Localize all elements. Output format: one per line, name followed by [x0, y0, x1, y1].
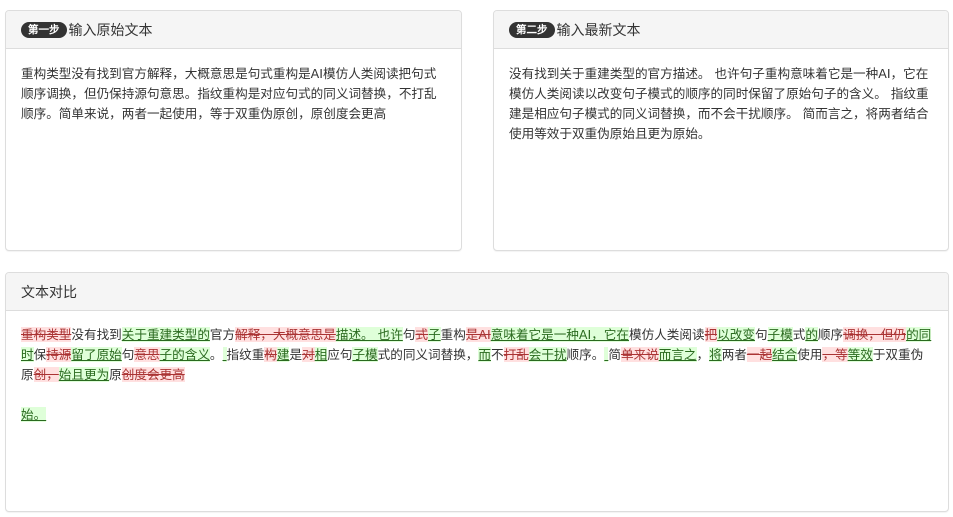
diff-inserted-segment: 等效	[847, 347, 873, 362]
latest-text-panel-heading: 第二步 输入最新文本	[494, 11, 948, 49]
diff-inserted-segment: 将	[709, 347, 722, 362]
diff-inserted-segment: 子模	[352, 347, 378, 362]
diff-deleted-segment: 重构类型	[21, 327, 72, 342]
diff-unchanged-segment: 。	[209, 347, 223, 362]
diff-deleted-segment: 创度会更高	[121, 367, 185, 382]
diff-unchanged-segment: 两者	[721, 347, 747, 362]
diff-result-text: 重构类型没有找到关于重建类型的官方解释，大概意思是描述。 也许句式子重构是AI意…	[21, 325, 933, 385]
diff-inserted-segment: 意味着它是一种AI，它在	[490, 327, 630, 342]
original-text-panel-title: 输入原始文本	[68, 22, 153, 39]
diff-unchanged-segment: 官方	[209, 327, 236, 342]
diff-unchanged-segment: 简	[608, 347, 621, 362]
original-text-input[interactable]: 重构类型没有找到官方解释，大概意思是句式重构是AI模仿人类阅读把句式顺序调换，但…	[6, 49, 461, 124]
diff-unchanged-segment: 式	[792, 327, 806, 342]
original-text-panel-heading: 第一步 输入原始文本	[6, 11, 461, 49]
diff-inserted-segment: 留了原始	[71, 347, 122, 362]
diff-deleted-segment: 创，	[33, 367, 59, 382]
diff-deleted-segment: 持源	[46, 347, 72, 362]
diff-unchanged-segment: 没有找到	[71, 327, 122, 342]
text-compare-panel: 文本对比 重构类型没有找到关于重建类型的官方解释，大概意思是描述。 也许句式子重…	[5, 272, 949, 512]
latest-text-panel: 第二步 输入最新文本 没有找到关于重建类型的官方描述。 也许句子重构意味着它是一…	[493, 10, 949, 251]
diff-result: 重构类型没有找到关于重建类型的官方解释，大概意思是描述。 也许句式子重构是AI意…	[6, 311, 948, 425]
diff-unchanged-segment: 不	[490, 347, 504, 362]
diff-inserted-segment: 相	[314, 347, 328, 362]
diff-unchanged-segment: ，	[696, 347, 710, 362]
latest-text-input[interactable]: 没有找到关于重建类型的官方描述。 也许句子重构意味着它是一种AI，它在模仿人类阅…	[494, 49, 948, 144]
diff-deleted-segment: 对	[302, 347, 315, 362]
diff-unchanged-segment: 句	[754, 327, 768, 342]
diff-unchanged-segment: 是	[289, 347, 303, 362]
diff-unchanged-segment: 原	[109, 367, 122, 382]
diff-inserted-segment: 以改变	[717, 327, 755, 342]
diff-inserted-segment: 子	[428, 327, 441, 342]
diff-deleted-segment: 意思	[134, 347, 160, 362]
text-compare-panel-title: 文本对比	[21, 284, 77, 301]
diff-inserted-segment: 结合	[772, 347, 798, 362]
diff-unchanged-segment: 模仿人类阅读	[629, 327, 705, 342]
diff-inserted-segment: 的	[805, 327, 818, 342]
step-one-badge: 第一步	[21, 21, 67, 38]
diff-unchanged-segment: 使用	[797, 347, 823, 362]
latest-text-panel-title: 输入最新文本	[556, 22, 641, 39]
diff-deleted-segment: 把	[704, 327, 718, 342]
diff-inserted-segment: 始且更为	[58, 367, 110, 382]
diff-inserted-segment: 建	[276, 347, 290, 362]
diff-unchanged-segment: 重构	[440, 327, 466, 342]
diff-deleted-segment: 是AI	[465, 327, 491, 342]
diff-inserted-segment: 子的含义	[159, 347, 210, 362]
step-two-badge: 第二步	[509, 21, 555, 38]
diff-unchanged-segment: 式的同义词替换，	[377, 347, 479, 362]
diff-unchanged-segment: 顺序	[817, 327, 844, 342]
diff-deleted-segment: 打乱	[503, 347, 529, 362]
diff-inserted-segment: 始。	[21, 407, 47, 422]
diff-unchanged-segment: 应句	[327, 347, 353, 362]
diff-unchanged-segment: 句	[121, 347, 135, 362]
text-compare-panel-heading: 文本对比	[6, 273, 948, 311]
diff-deleted-segment: 单来说	[620, 347, 659, 362]
diff-inserted-segment: 而言之	[658, 347, 697, 362]
diff-deleted-segment: 式	[415, 327, 429, 342]
diff-inserted-segment: 子模	[767, 327, 793, 342]
diff-deleted-segment: 调换，但仍	[843, 327, 907, 342]
diff-unchanged-segment: 顺序。	[566, 347, 605, 362]
diff-unchanged-segment: 指纹重	[226, 347, 265, 362]
original-text-panel: 第一步 输入原始文本 重构类型没有找到官方解释，大概意思是句式重构是AI模仿人类…	[5, 10, 462, 251]
diff-inserted-segment: 会干扰	[528, 347, 567, 362]
diff-deleted-segment: 一起	[746, 347, 773, 362]
diff-gap	[21, 385, 933, 405]
diff-deleted-segment: 解释，大概意思是	[235, 327, 336, 342]
diff-inserted-segment: 描述。 也许	[335, 327, 403, 342]
diff-inserted-segment: 关于重建类型的	[121, 327, 210, 342]
diff-tail: 始。	[21, 405, 933, 425]
diff-inserted-segment: 而	[478, 347, 491, 362]
diff-deleted-segment: 构	[264, 347, 277, 362]
diff-unchanged-segment: 保	[33, 347, 47, 362]
diff-unchanged-segment: 句	[402, 327, 416, 342]
diff-deleted-segment: ，等	[822, 347, 848, 362]
